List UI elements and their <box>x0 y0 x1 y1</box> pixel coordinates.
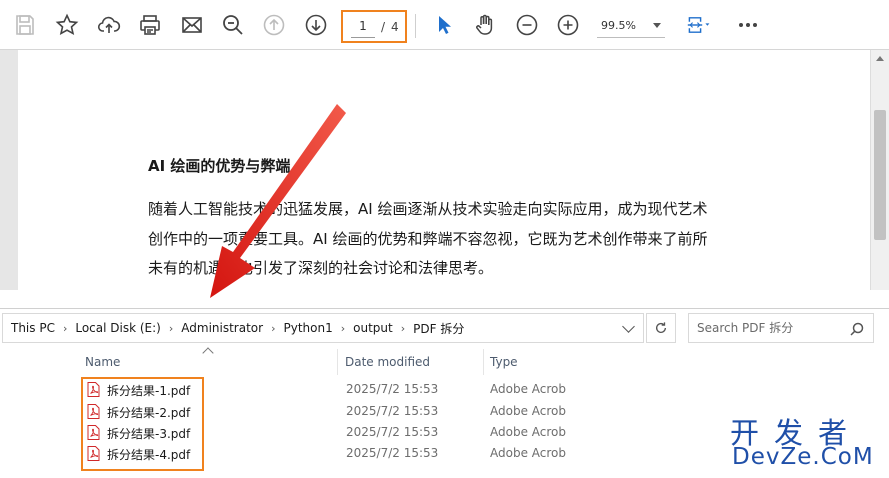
pdf-page-area: AI 绘画的优势与弊端 随着人工智能技术的迅猛发展，AI 绘画逐渐从技术实验走向… <box>0 50 889 290</box>
file-name: 拆分结果-2.pdf <box>107 406 191 420</box>
file-name: 拆分结果-3.pdf <box>107 427 191 441</box>
pdf-file-icon <box>87 404 100 419</box>
hand-icon[interactable] <box>472 12 498 38</box>
file-row[interactable]: 拆分结果-2.pdf 2025/7/2 15:53 Adobe Acroba <box>80 401 570 422</box>
document-heading: AI 绘画的优势与弊端 <box>148 157 291 175</box>
column-header-name[interactable]: Name <box>80 349 338 375</box>
fit-page-icon[interactable] <box>683 12 715 38</box>
zoom-dropdown[interactable]: 99.5% <box>597 14 665 38</box>
document-text-line: 随着人工智能技术的迅猛发展，AI 绘画逐渐从技术实验走向实际应用，成为现代艺术 <box>148 200 708 218</box>
file-date: 2025/7/2 15:53 <box>346 425 439 439</box>
page-number-input[interactable] <box>351 15 375 38</box>
scroll-up-icon[interactable] <box>876 56 884 61</box>
column-header-date-modified[interactable]: Date modified <box>340 349 484 375</box>
breadcrumb-python1[interactable]: Python1 <box>283 321 332 335</box>
file-type: Adobe Acroba <box>490 446 566 460</box>
page-up-icon[interactable] <box>261 12 287 38</box>
pdf-file-icon <box>87 446 100 461</box>
vertical-scrollbar[interactable] <box>870 50 889 290</box>
zoom-in-icon[interactable] <box>555 12 581 38</box>
chevron-right-icon[interactable]: › <box>341 322 345 335</box>
file-row[interactable]: 拆分结果-3.pdf 2025/7/2 15:53 Adobe Acroba <box>80 422 570 443</box>
search-input[interactable] <box>697 321 847 335</box>
pdf-toolbar: / 4 99.5% <box>0 0 889 50</box>
document-text-line: 未有的机遇，也引发了深刻的社会讨论和法律思考。 <box>148 259 494 277</box>
page-total: 4 <box>391 19 399 34</box>
more-icon[interactable] <box>735 12 761 38</box>
breadcrumb-local-disk[interactable]: Local Disk (E:) <box>75 321 161 335</box>
scroll-thumb[interactable] <box>874 110 886 240</box>
search-icon[interactable] <box>849 321 865 337</box>
page-number-box: / 4 <box>341 10 407 43</box>
screenshot-stage: / 4 99.5% <box>0 0 889 478</box>
pdf-file-icon <box>87 425 100 440</box>
star-icon[interactable] <box>54 12 80 38</box>
column-header-type[interactable]: Type <box>486 349 566 375</box>
chevron-down-icon <box>653 23 661 28</box>
breadcrumb-output[interactable]: output <box>353 321 393 335</box>
file-type: Adobe Acroba <box>490 425 566 439</box>
breadcrumb-this-pc[interactable]: This PC <box>11 321 55 335</box>
file-date: 2025/7/2 15:53 <box>346 404 439 418</box>
file-date: 2025/7/2 15:53 <box>346 382 439 396</box>
page-down-icon[interactable] <box>303 12 329 38</box>
chevron-right-icon[interactable]: › <box>63 322 67 335</box>
print-icon[interactable] <box>137 12 163 38</box>
file-name: 拆分结果-4.pdf <box>107 448 191 462</box>
breadcrumb-administrator[interactable]: Administrator <box>181 321 263 335</box>
address-bar[interactable]: This PC › Local Disk (E:) › Administrato… <box>2 313 644 343</box>
search-box <box>688 313 874 343</box>
file-type: Adobe Acroba <box>490 404 566 418</box>
toolbar-divider <box>415 14 416 38</box>
zoom-value: 99.5% <box>601 19 636 32</box>
file-date: 2025/7/2 15:53 <box>346 446 439 460</box>
mail-icon[interactable] <box>179 12 205 38</box>
cloud-upload-icon[interactable] <box>96 12 122 38</box>
file-type: Adobe Acroba <box>490 382 566 396</box>
chevron-right-icon[interactable]: › <box>401 322 405 335</box>
cursor-icon[interactable] <box>431 12 457 38</box>
file-name: 拆分结果-1.pdf <box>107 384 191 398</box>
pdf-page: AI 绘画的优势与弊端 随着人工智能技术的迅猛发展，AI 绘画逐渐从技术实验走向… <box>18 50 870 290</box>
zoom-out-icon[interactable] <box>514 12 540 38</box>
page-separator: / <box>381 19 386 34</box>
zoom-search-icon[interactable] <box>220 12 246 38</box>
chevron-right-icon[interactable]: › <box>169 322 173 335</box>
watermark-bottom-text: DevZe.CoM <box>732 444 874 470</box>
pdf-viewer-window: / 4 99.5% <box>0 0 889 290</box>
file-row[interactable]: 拆分结果-1.pdf 2025/7/2 15:53 Adobe Acroba <box>80 379 570 400</box>
chevron-right-icon[interactable]: › <box>271 322 275 335</box>
chevron-down-icon[interactable] <box>622 320 635 333</box>
breadcrumb-pdf-split[interactable]: PDF 拆分 <box>413 320 464 337</box>
save-icon[interactable] <box>12 12 38 38</box>
watermark-logo: 开发者 DevZe.CoM <box>730 410 882 472</box>
refresh-icon <box>655 322 667 333</box>
file-row[interactable]: 拆分结果-4.pdf 2025/7/2 15:53 Adobe Acroba <box>80 443 570 464</box>
document-text-line: 创作中的一项重要工具。AI 绘画的优势和弊端不容忽视，它既为艺术创作带来了前所 <box>148 230 708 248</box>
refresh-button[interactable] <box>646 313 676 343</box>
pdf-file-icon <box>87 382 100 397</box>
